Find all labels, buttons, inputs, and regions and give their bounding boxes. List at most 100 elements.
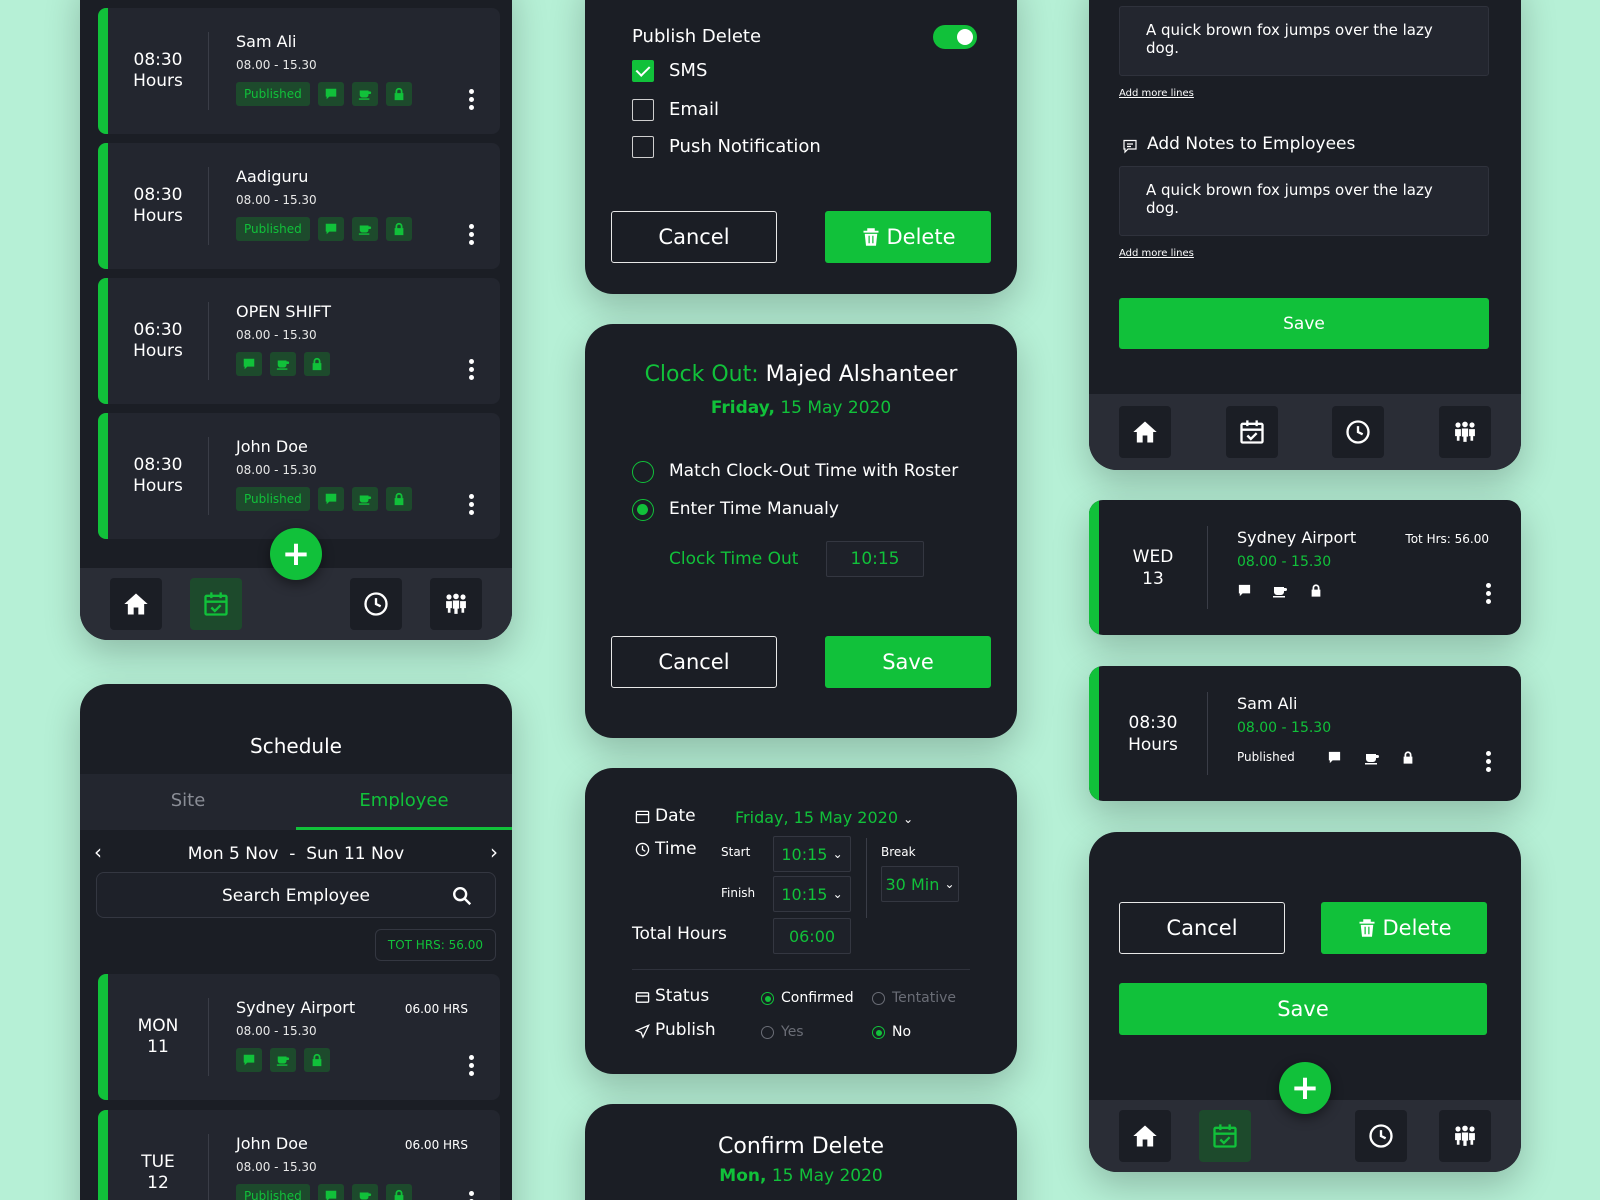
match-roster-label: Match Clock-Out Time with Roster — [669, 461, 959, 481]
add-button[interactable]: + — [1279, 1062, 1331, 1114]
clock-icon[interactable] — [1355, 1110, 1407, 1162]
chat-icon[interactable] — [317, 487, 344, 511]
team-icon[interactable] — [1439, 1110, 1491, 1162]
time-out-label: Clock Time Out — [669, 549, 799, 569]
save-button[interactable]: Save — [1119, 298, 1489, 349]
chat-icon[interactable] — [1237, 583, 1252, 598]
total-hours-value: 06:00 — [773, 918, 851, 954]
day-card[interactable]: TUE 12 John Doe 08.00 - 15.30 06.00 HRS P… — [98, 1110, 500, 1200]
coffee-icon[interactable] — [270, 1048, 296, 1072]
clock-icon[interactable] — [1332, 406, 1384, 458]
team-icon[interactable] — [1439, 406, 1491, 458]
push-notification-checkbox[interactable] — [632, 136, 654, 158]
save-button[interactable]: Save — [825, 636, 991, 688]
shift-card[interactable]: 08:30 Hours John Doe 08.00 - 15.30 Publis… — [98, 413, 500, 539]
enter-manually-radio[interactable] — [632, 499, 654, 521]
delete-button[interactable]: Delete — [825, 211, 991, 263]
tentative-label: Tentative — [892, 990, 957, 1006]
time-out-input[interactable]: 10:15 — [826, 541, 924, 577]
add-notes-title: Add Notes to Employees — [1147, 134, 1356, 154]
calendar-check-icon[interactable] — [1199, 1110, 1251, 1162]
coffee-icon[interactable] — [351, 1184, 378, 1200]
lock-icon[interactable] — [385, 1184, 412, 1200]
sms-checkbox[interactable] — [632, 60, 654, 82]
publish-toggle[interactable] — [933, 25, 977, 49]
chat-icon[interactable] — [317, 82, 344, 106]
lock-icon[interactable] — [304, 352, 330, 376]
start-time-select[interactable]: 10:15 ⌄ — [773, 836, 851, 872]
home-icon[interactable] — [1119, 1110, 1171, 1162]
match-roster-radio[interactable] — [632, 461, 654, 483]
cancel-button[interactable]: Cancel — [1119, 902, 1285, 954]
coffee-icon[interactable] — [351, 487, 378, 511]
tab-site[interactable]: Site — [80, 790, 296, 811]
home-icon[interactable] — [1119, 406, 1171, 458]
shift-hours: 08:30 Hours — [133, 50, 183, 91]
publish-no-radio[interactable] — [872, 1026, 885, 1039]
add-more-lines-link[interactable]: Add more lines — [1119, 88, 1194, 99]
break-select[interactable]: 30 Min ⌄ — [881, 866, 959, 902]
day-label: MON 11 — [137, 1016, 179, 1057]
lock-icon[interactable] — [385, 217, 412, 241]
shift-card[interactable]: 08:30 Hours Aadiguru 08.00 - 15.30 Publis… — [98, 143, 500, 269]
team-icon[interactable] — [430, 578, 482, 630]
site-card[interactable]: WED 13 Sydney Airport 08.00 - 15.30 Tot H… — [1089, 500, 1521, 635]
chevron-down-icon: ⌄ — [903, 812, 914, 826]
lock-icon[interactable] — [385, 82, 412, 106]
day-card[interactable]: MON 11 Sydney Airport 08.00 - 15.30 06.00… — [98, 974, 500, 1100]
coffee-icon[interactable] — [1271, 583, 1289, 599]
note-textarea[interactable]: A quick brown fox jumps over the lazy do… — [1119, 6, 1489, 76]
next-week-button[interactable]: › — [490, 840, 498, 864]
employee-name: Sam Ali — [1237, 694, 1298, 713]
more-menu-icon[interactable] — [469, 1188, 474, 1200]
calendar-check-icon[interactable] — [1226, 406, 1278, 458]
coffee-icon[interactable] — [351, 217, 378, 241]
employee-card[interactable]: 08:30 Hours Sam Ali 08.00 - 15.30 Publish… — [1089, 666, 1521, 801]
date-select[interactable]: Friday, 15 May 2020 ⌄ — [735, 808, 913, 827]
email-checkbox[interactable] — [632, 99, 654, 121]
plus-icon: + — [281, 534, 311, 574]
push-notification-label: Push Notification — [669, 136, 821, 157]
home-icon[interactable] — [110, 578, 162, 630]
search-icon[interactable] — [451, 885, 473, 907]
published-badge: Published — [236, 82, 310, 106]
save-button[interactable]: Save — [1119, 983, 1487, 1035]
shift-card[interactable]: 08:30 Hours Sam Ali 08.00 - 15.30 Publish… — [98, 8, 500, 134]
employee-note-textarea[interactable]: A quick brown fox jumps over the lazy do… — [1119, 166, 1489, 236]
chat-icon[interactable] — [236, 1048, 262, 1072]
lock-icon[interactable] — [304, 1048, 330, 1072]
confirmed-radio[interactable] — [761, 992, 774, 1005]
add-shift-button[interactable]: + — [270, 528, 322, 580]
delete-button[interactable]: Delete — [1321, 902, 1487, 954]
more-menu-icon[interactable] — [469, 1052, 474, 1079]
more-menu-icon[interactable] — [469, 86, 474, 113]
chat-icon[interactable] — [317, 1184, 344, 1200]
more-menu-icon[interactable] — [469, 356, 474, 383]
chat-icon[interactable] — [317, 217, 344, 241]
publish-yes-radio[interactable] — [761, 1026, 774, 1039]
cancel-button[interactable]: Cancel — [611, 211, 777, 263]
lock-icon[interactable] — [1309, 583, 1323, 598]
more-menu-icon[interactable] — [469, 491, 474, 518]
finish-time-select[interactable]: 10:15 ⌄ — [773, 876, 851, 912]
lock-icon[interactable] — [1401, 750, 1415, 765]
search-input[interactable]: Search Employee — [96, 872, 496, 918]
coffee-icon[interactable] — [1363, 750, 1381, 766]
add-more-lines-link[interactable]: Add more lines — [1119, 248, 1194, 259]
more-menu-icon[interactable] — [1486, 748, 1491, 775]
enter-manually-label: Enter Time Manualy — [669, 499, 839, 519]
publish-delete-panel: Publish Delete SMS Email Push Notificati… — [585, 0, 1017, 294]
more-menu-icon[interactable] — [1486, 580, 1491, 607]
chat-icon[interactable] — [1327, 750, 1342, 765]
calendar-check-icon[interactable] — [190, 578, 242, 630]
more-menu-icon[interactable] — [469, 221, 474, 248]
cancel-button[interactable]: Cancel — [611, 636, 777, 688]
clock-icon[interactable] — [350, 578, 402, 630]
chat-icon[interactable] — [236, 352, 262, 376]
coffee-icon[interactable] — [270, 352, 296, 376]
coffee-icon[interactable] — [351, 82, 378, 106]
tab-employee[interactable]: Employee — [296, 790, 512, 811]
tentative-radio[interactable] — [872, 992, 885, 1005]
shift-card[interactable]: 06:30 Hours OPEN SHIFT 08.00 - 15.30 — [98, 278, 500, 404]
lock-icon[interactable] — [385, 487, 412, 511]
